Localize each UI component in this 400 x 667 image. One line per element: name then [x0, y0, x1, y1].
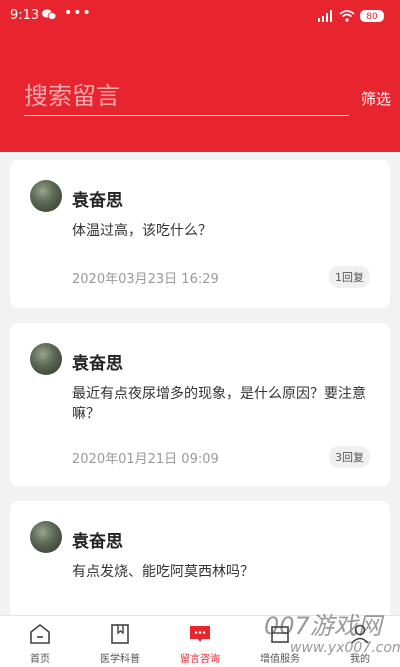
message-card[interactable]: 袁奋思 体温过高，该吃什么？ 2020年03月23日 16:29 1回复: [10, 160, 390, 308]
wifi-icon: [339, 10, 355, 22]
tab-messages[interactable]: 留言咨询: [160, 616, 240, 667]
message-icon: [190, 626, 210, 642]
message-card[interactable]: 袁奋思 最近有点夜尿增多的现象，是什么原因？要注意嘛？ 2020年01月21日 …: [10, 323, 390, 486]
filter-button[interactable]: 筛选: [361, 88, 391, 109]
question-text: 有点发烧、能吃阿莫西林吗？: [72, 564, 254, 580]
reply-count-badge: 1回复: [329, 266, 370, 288]
search-input[interactable]: [24, 80, 349, 116]
tab-label: 留言咨询: [180, 654, 220, 665]
more-icon: •••: [64, 5, 92, 21]
question-text: 体温过高，该吃什么？: [72, 223, 212, 239]
question-text: 最近有点夜尿增多的现象，是什么原因？要注意嘛？: [72, 386, 366, 422]
tab-home[interactable]: 首页: [0, 616, 80, 667]
status-time: 9:13: [10, 8, 40, 23]
home-icon: [30, 623, 50, 644]
message-card[interactable]: 袁奋思 有点发烧、能吃阿莫西林吗？: [10, 501, 390, 615]
signal-icon: [318, 10, 332, 22]
avatar: [30, 180, 62, 212]
avatar: [30, 343, 62, 375]
header: 9:13 ••• 80 筛选: [0, 0, 400, 152]
post-date: 2020年03月23日 16:29: [72, 272, 219, 287]
battery-indicator: 80: [360, 10, 384, 22]
tab-science[interactable]: 医学科普: [80, 616, 160, 667]
watermark-title: 007游戏网: [264, 612, 382, 640]
site-watermark: 007游戏网 www.yx007.com: [260, 606, 400, 666]
wechat-icon: [42, 9, 56, 20]
post-date: 2020年01月21日 09:09: [72, 452, 219, 467]
author-name: 袁奋思: [72, 532, 123, 552]
avatar: [30, 521, 62, 553]
book-icon: [111, 624, 129, 644]
watermark-url: www.yx007.com: [290, 640, 400, 656]
tab-label: 首页: [30, 654, 50, 665]
reply-count-badge: 3回复: [329, 446, 370, 468]
status-bar: 9:13 ••• 80: [0, 0, 400, 32]
tab-label: 医学科普: [100, 654, 140, 665]
author-name: 袁奋思: [72, 191, 123, 211]
author-name: 袁奋思: [72, 354, 123, 374]
